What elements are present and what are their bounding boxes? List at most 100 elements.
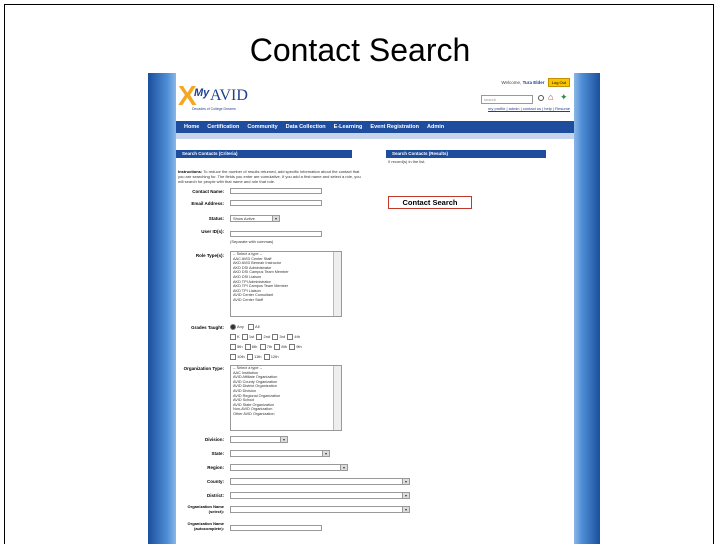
- state-label: State:: [211, 451, 224, 456]
- grade-checkbox[interactable]: [241, 334, 248, 340]
- role-types-listbox[interactable]: -- Select a type -- AAC AVID Center Staf…: [230, 251, 342, 317]
- nav-subbar: [176, 133, 574, 139]
- main-nav: Home Certification Community Data Collec…: [176, 121, 574, 133]
- org-name-select-label: Organization Name (select):: [187, 504, 224, 514]
- chevron-down-icon: ▾: [340, 465, 347, 470]
- results-count: 0 record(s) in the list.: [388, 159, 426, 164]
- user-ids-input[interactable]: [230, 231, 322, 237]
- chevron-down-icon: ▾: [402, 507, 409, 512]
- grade-label: 2nd: [263, 334, 271, 340]
- chevron-down-icon: ▾: [402, 493, 409, 498]
- chevron-down-icon: ▾: [280, 437, 287, 442]
- user-ids-hint: (Separate with commas): [230, 239, 274, 244]
- bookmark-icon[interactable]: ✦: [560, 93, 568, 102]
- grade-label: 7th: [266, 344, 273, 350]
- chevron-down-icon: ▾: [272, 216, 279, 221]
- nav-certification[interactable]: Certification: [207, 124, 239, 130]
- region-label: Region:: [207, 465, 224, 470]
- instructions-text: To reduce the number of results returned…: [178, 169, 361, 184]
- state-select[interactable]: ▾: [230, 450, 330, 457]
- grade-label: 4th: [294, 334, 300, 340]
- chevron-down-icon: ▾: [402, 479, 409, 484]
- user-ids-label: User ID(s):: [201, 229, 224, 234]
- grade-checkbox[interactable]: [272, 334, 279, 340]
- org-name-auto-label: Organization Name (autocomplete):: [187, 521, 224, 531]
- nav-community[interactable]: Community: [247, 124, 277, 130]
- nav-event-registration[interactable]: Event Registration: [370, 124, 419, 130]
- grade-any-all-row: Any All: [230, 324, 259, 330]
- grade-checkbox[interactable]: [289, 344, 296, 350]
- org-type-option[interactable]: Other AVID Organization: [231, 412, 341, 417]
- nav-home[interactable]: Home: [184, 124, 199, 130]
- grade-label: 6th: [251, 344, 258, 350]
- welcome-area: Welcome, Tura Elder Log Out: [501, 78, 570, 87]
- nav-admin[interactable]: Admin: [427, 124, 444, 130]
- division-label: Division:: [204, 437, 224, 442]
- email-input[interactable]: [230, 200, 322, 206]
- top-links[interactable]: my profile | admin | contact us | help |…: [488, 106, 570, 111]
- grade-all-checkbox[interactable]: [248, 324, 255, 330]
- grade-checkbox[interactable]: [230, 334, 236, 340]
- status-label: Status:: [208, 216, 224, 221]
- grade-checkbox[interactable]: [256, 334, 263, 340]
- contact-search-button[interactable]: Contact Search: [388, 196, 472, 209]
- site-search-input[interactable]: search: [481, 95, 533, 104]
- grade-row-3: 10th 11th 12th: [230, 354, 279, 360]
- logo-tagline: Decades of College Dreams: [192, 107, 236, 111]
- contact-name-input[interactable]: [230, 188, 322, 194]
- search-results-header: Search Contacts (Results): [386, 150, 546, 158]
- org-name-autocomplete-input[interactable]: [230, 525, 322, 531]
- grade-checkbox[interactable]: [230, 344, 236, 350]
- nav-data-collection[interactable]: Data Collection: [286, 124, 326, 130]
- district-label: District:: [206, 493, 224, 498]
- grade-row-2: 5th 6th 7th 8th 9th: [230, 344, 302, 350]
- grade-label: K: [237, 334, 240, 340]
- home-icon[interactable]: ⌂: [548, 93, 553, 102]
- left-decorative-stripe: [148, 73, 176, 544]
- search-criteria-header: Search Contacts (Criteria): [176, 150, 352, 158]
- org-type-listbox[interactable]: -- Select a type -- AAC Institution AVID…: [230, 365, 342, 431]
- division-select[interactable]: ▾: [230, 436, 288, 443]
- county-select[interactable]: ▾: [230, 478, 410, 485]
- grade-label: 1st: [248, 334, 255, 340]
- myavid-page: X My AVID Decades of College Dreams Welc…: [176, 73, 574, 544]
- logo-avid-text: AVID: [210, 87, 248, 104]
- grade-checkbox[interactable]: [274, 344, 281, 350]
- myavid-logo[interactable]: X My AVID Decades of College Dreams: [178, 77, 258, 111]
- org-type-list-scrollbar[interactable]: [333, 366, 341, 430]
- grade-label: 8th: [281, 344, 287, 350]
- right-decorative-stripe: [574, 73, 600, 544]
- grade-checkbox[interactable]: [230, 354, 236, 360]
- org-type-label: Organization Type:: [183, 366, 224, 371]
- contact-name-label: Contact Name:: [192, 189, 224, 194]
- grades-taught-label: Grades Taught:: [191, 325, 224, 330]
- grade-label: 10th: [237, 354, 245, 360]
- grade-label: 12th: [270, 354, 279, 360]
- grade-checkbox[interactable]: [247, 354, 254, 360]
- instructions: Instructions: To reduce the number of re…: [178, 169, 362, 184]
- grade-checkbox[interactable]: [263, 354, 270, 360]
- role-option[interactable]: AVID Center Staff: [231, 298, 341, 303]
- nav-e-learning[interactable]: E-Learning: [334, 124, 363, 130]
- county-label: County:: [207, 479, 224, 484]
- grade-label: 5th: [237, 344, 243, 350]
- district-select[interactable]: ▾: [230, 492, 410, 499]
- search-icon[interactable]: [538, 95, 544, 101]
- grade-row-1: K 1st 2nd 3rd 4th: [230, 334, 300, 340]
- grade-checkbox[interactable]: [259, 344, 266, 350]
- grade-checkbox[interactable]: [244, 344, 251, 350]
- grade-any-radio[interactable]: [230, 324, 236, 330]
- chevron-down-icon: ▾: [322, 451, 329, 456]
- region-select[interactable]: ▾: [230, 464, 348, 471]
- grade-checkbox[interactable]: [287, 334, 294, 340]
- logo-my-text: My: [194, 87, 210, 99]
- welcome-text: Welcome,: [501, 80, 522, 85]
- org-name-select[interactable]: ▾: [230, 506, 410, 513]
- role-list-scrollbar[interactable]: [333, 252, 341, 316]
- user-name: Tura Elder: [522, 80, 545, 85]
- role-types-label: Role Type(s):: [195, 253, 224, 258]
- email-label: Email Address:: [191, 201, 224, 206]
- logout-button[interactable]: Log Out: [547, 78, 570, 87]
- grade-label: 9th: [296, 344, 302, 350]
- status-select[interactable]: Show Active ▾: [230, 215, 280, 222]
